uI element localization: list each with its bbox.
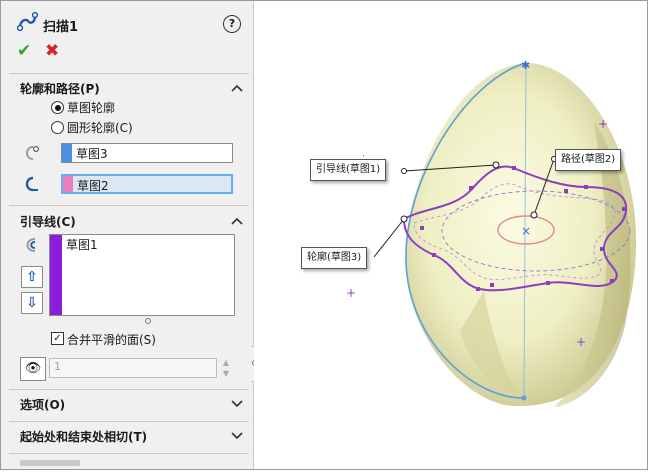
divider (9, 453, 249, 454)
divider (9, 421, 249, 422)
divider (9, 73, 249, 74)
feature-title: 扫描1 (43, 20, 79, 35)
profile-field-value: 草图3 (76, 147, 108, 161)
eye-icon: 👁 (24, 361, 42, 376)
guide-color-swatch (50, 235, 62, 315)
move-down-button[interactable]: ⇩ (21, 292, 43, 314)
sketch-point-marker-icon: + (598, 117, 608, 131)
leader-path-anchor[interactable] (530, 211, 538, 219)
guide-curves-section-header[interactable]: 引导线(C) (20, 213, 76, 230)
profile-path-section-header[interactable]: 轮廓和路径(P) (20, 80, 100, 97)
arrow-down-icon: ⇩ (26, 295, 38, 311)
guide-curve-icon (26, 238, 36, 252)
path-color-swatch (63, 176, 73, 192)
guide-curves-list[interactable]: 草图1 (49, 234, 235, 316)
model-view[interactable]: ✱ × + + + · (254, 1, 647, 469)
path-selection-field[interactable]: 草图2 (61, 174, 233, 194)
circular-profile-label: 圆形轮廓(C) (67, 121, 133, 135)
leader-profile-anchor[interactable] (400, 215, 408, 223)
sketch-profile-label: 草图轮廓 (67, 101, 116, 115)
arrow-up-icon: ⇧ (26, 269, 38, 285)
section-number-value: 1 (54, 360, 61, 373)
spin-arrows[interactable]: ▲ ▼ (219, 357, 233, 379)
panel-titlebar: 扫描1 ? (1, 1, 253, 35)
spin-up-icon[interactable]: ▲ (219, 357, 233, 368)
show-sections-button[interactable]: 👁 (20, 357, 46, 381)
next-section-header-partial (20, 460, 80, 466)
sketch-point-marker-icon: + (346, 286, 356, 300)
profile-color-swatch (62, 144, 72, 162)
divider (9, 389, 249, 390)
merge-smooth-checkbox[interactable]: ✓ (51, 332, 64, 345)
ok-check-icon[interactable]: ✔ (17, 41, 31, 61)
tangency-section-header[interactable]: 起始处和结束处相切(T) (20, 428, 147, 445)
center-origin-icon: × (521, 224, 531, 238)
graphics-viewport[interactable]: ✱ × + + + · 引导线(草图1) 路径(草图2) 轮廓(草图3) (254, 1, 647, 469)
resize-handle[interactable] (145, 318, 151, 324)
leader-guide-anchor[interactable] (492, 161, 500, 169)
merge-smooth-label: 合并平滑的面(S) (67, 333, 156, 347)
move-up-button[interactable]: ⇧ (21, 266, 43, 288)
profile-icon (26, 145, 40, 160)
sweep-feature-icon (17, 11, 39, 31)
leader-guide-start (401, 168, 407, 174)
path-icon (25, 176, 38, 192)
callout-guide-curve[interactable]: 引导线(草图1) (310, 159, 387, 181)
profile-selection-field[interactable]: 草图3 (61, 143, 233, 163)
spin-down-icon[interactable]: ▼ (219, 368, 233, 379)
divider (9, 205, 249, 206)
options-section-header[interactable]: 选项(O) (20, 396, 65, 413)
callout-profile[interactable]: 轮廓(草图3) (301, 247, 368, 269)
callout-path[interactable]: 路径(草图2) (555, 149, 622, 171)
property-manager-panel: 扫描1 ? ✔ ✖ 轮廓和路径(P) 草图轮廓 圆形轮廓(C) 草图3 草图2 … (1, 1, 254, 469)
path-start-marker-icon[interactable]: ✱ (521, 59, 530, 72)
cancel-x-icon[interactable]: ✖ (45, 41, 59, 61)
chevron-down-icon[interactable] (231, 400, 243, 408)
chevron-up-icon[interactable] (231, 217, 243, 225)
path-end-point[interactable] (521, 395, 527, 401)
sketch-profile-radio[interactable] (51, 101, 64, 114)
chevron-down-icon[interactable] (231, 432, 243, 440)
circular-profile-radio[interactable] (51, 121, 64, 134)
sketch-point-marker-icon: + (576, 335, 586, 349)
list-item[interactable]: 草图1 (66, 236, 98, 253)
path-field-value: 草图2 (77, 179, 109, 193)
help-icon[interactable]: ? (223, 15, 241, 33)
chevron-up-icon[interactable] (231, 84, 243, 92)
section-number-field[interactable]: 1 (49, 358, 217, 378)
leader-profile (373, 218, 405, 258)
